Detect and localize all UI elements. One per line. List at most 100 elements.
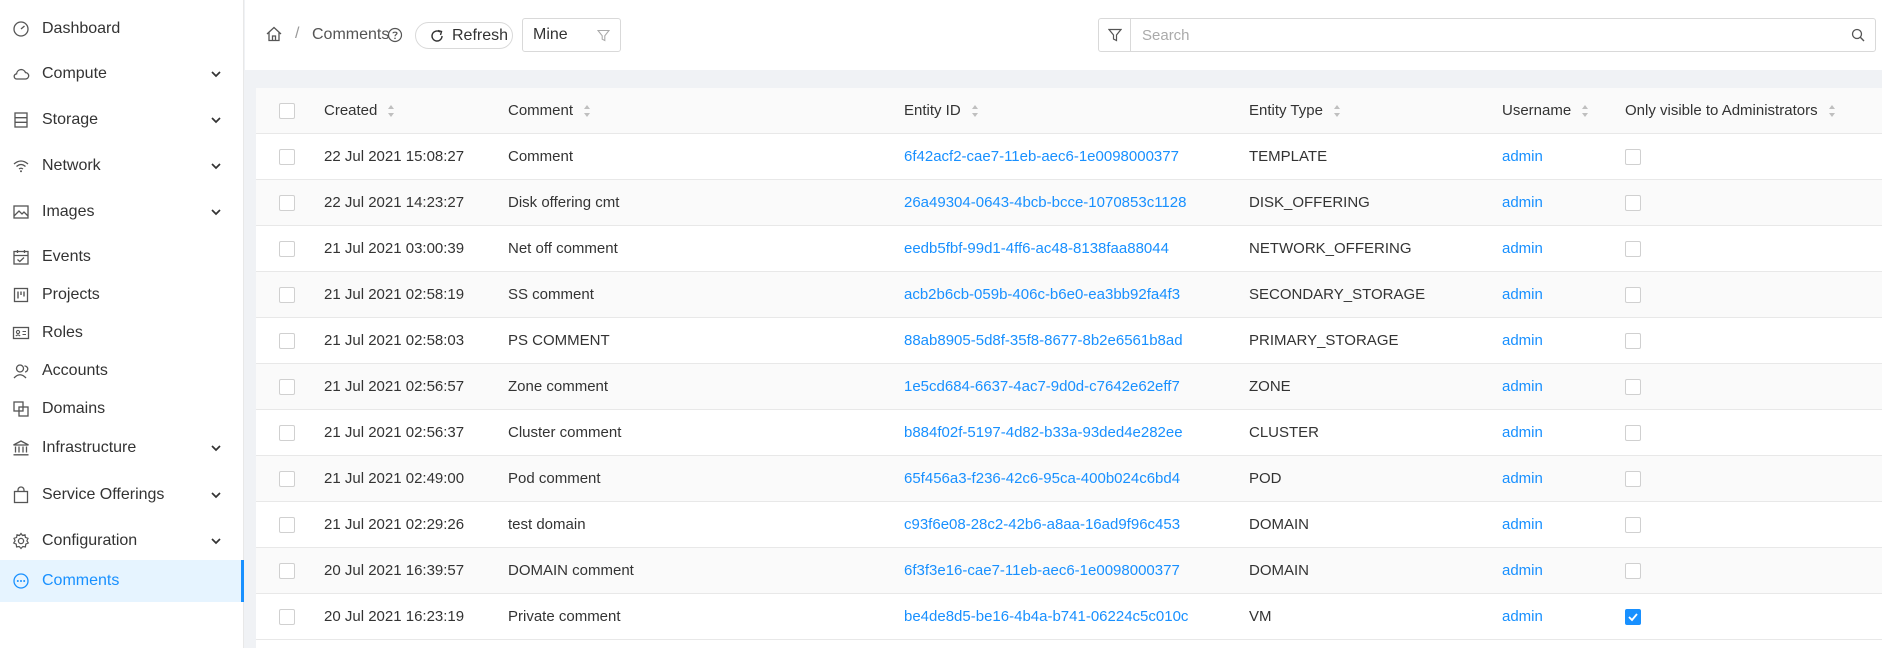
chevron-down-icon bbox=[211, 445, 221, 452]
column-header-entity-type[interactable]: Entity Type bbox=[1249, 102, 1341, 119]
sort-icon bbox=[388, 104, 395, 117]
chevron-down-icon bbox=[211, 209, 221, 216]
sidebar-item-images[interactable]: Images bbox=[0, 191, 244, 233]
row-select-checkbox[interactable] bbox=[279, 241, 295, 257]
column-header-admin-only[interactable]: Only visible to Administrators bbox=[1625, 102, 1836, 119]
row-select-checkbox[interactable] bbox=[279, 149, 295, 165]
column-header-comment[interactable]: Comment bbox=[508, 102, 591, 119]
table-row[interactable]: 21 Jul 2021 02:58:19 SS comment acb2b6cb-0… bbox=[256, 272, 1882, 318]
sidebar-item-label: Dashboard bbox=[42, 20, 121, 37]
entity-id-link[interactable]: eedb5fbf-99d1-4ff6-ac48-8138faa88044 bbox=[904, 240, 1169, 257]
sidebar-item-roles[interactable]: Roles bbox=[0, 312, 244, 354]
entity-id-link[interactable]: 65f456a3-f236-42c6-95ca-400b024c6bd4 bbox=[904, 470, 1180, 487]
username-link[interactable]: admin bbox=[1502, 378, 1543, 395]
table-header: Created Comment Entity ID Entity Type Us… bbox=[256, 88, 1882, 134]
sort-icon bbox=[1828, 104, 1835, 117]
column-header-entity-id[interactable]: Entity ID bbox=[904, 102, 979, 119]
username-link[interactable]: admin bbox=[1502, 470, 1543, 487]
sidebar-item-label: Domains bbox=[42, 400, 106, 417]
table-row[interactable]: 20 Jul 2021 16:23:19 Private comment be4de… bbox=[256, 594, 1882, 640]
comment-cell: DOMAIN comment bbox=[508, 562, 634, 579]
row-select-checkbox[interactable] bbox=[279, 563, 295, 579]
table-row[interactable]: 21 Jul 2021 02:29:26 test domain c93f6e08-… bbox=[256, 502, 1882, 548]
entity-id-link[interactable]: 6f42acf2-cae7-11eb-aec6-1e0098000377 bbox=[904, 148, 1179, 165]
username-link[interactable]: admin bbox=[1502, 148, 1543, 165]
home-icon[interactable] bbox=[265, 25, 283, 43]
breadcrumb-separator: / bbox=[295, 25, 300, 42]
entity-id-link[interactable]: 26a49304-0643-4bcb-bcce-1070853c1128 bbox=[904, 194, 1186, 211]
username-link[interactable]: admin bbox=[1502, 240, 1543, 257]
chevron-down-icon bbox=[211, 163, 221, 170]
page-title: Comments bbox=[312, 26, 390, 43]
created-cell: 20 Jul 2021 16:23:19 bbox=[324, 608, 465, 625]
sort-icon bbox=[1333, 104, 1340, 117]
sidebar-item-projects[interactable]: Projects bbox=[0, 274, 244, 316]
username-link[interactable]: admin bbox=[1502, 516, 1543, 533]
sort-icon bbox=[971, 104, 978, 117]
sidebar-item-network[interactable]: Network bbox=[0, 145, 244, 187]
entity-id-link[interactable]: b884f02f-5197-4d82-b33a-93ded4e282ee bbox=[904, 424, 1183, 441]
username-link[interactable]: admin bbox=[1502, 608, 1543, 625]
admin-only-checkbox bbox=[1625, 379, 1641, 395]
username-link[interactable]: admin bbox=[1502, 194, 1543, 211]
table-row[interactable]: 22 Jul 2021 15:08:27 Comment 6f42acf2-cae7… bbox=[256, 134, 1882, 180]
row-select-checkbox[interactable] bbox=[279, 195, 295, 211]
sidebar-item-compute[interactable]: Compute bbox=[0, 53, 244, 95]
column-header-username[interactable]: Username bbox=[1502, 102, 1589, 119]
entity-id-link[interactable]: acb2b6cb-059b-406c-b6e0-ea3bb92fa4f3 bbox=[904, 286, 1180, 303]
row-select-checkbox[interactable] bbox=[279, 333, 295, 349]
sidebar-item-infrastructure[interactable]: Infrastructure bbox=[0, 427, 244, 469]
table-row[interactable]: 22 Jul 2021 14:23:27 Disk offering cmt 26a… bbox=[256, 180, 1882, 226]
refresh-button[interactable]: Refresh bbox=[415, 22, 513, 49]
row-select-checkbox[interactable] bbox=[279, 517, 295, 533]
entity-id-link[interactable]: c93f6e08-28c2-42b6-a8aa-16ad9f96c453 bbox=[904, 516, 1180, 533]
table-row[interactable]: 21 Jul 2021 02:58:03 PS COMMENT 88ab8905-5… bbox=[256, 318, 1882, 364]
row-select-checkbox[interactable] bbox=[279, 379, 295, 395]
comment-cell: Zone comment bbox=[508, 378, 609, 395]
entity-type-cell: DISK_OFFERING bbox=[1249, 194, 1370, 211]
table-row[interactable]: 21 Jul 2021 02:56:57 Zone comment 1e5cd684… bbox=[256, 364, 1882, 410]
sidebar-item-configuration[interactable]: Configuration bbox=[0, 520, 244, 562]
check-icon bbox=[1628, 613, 1638, 622]
table-row[interactable]: 21 Jul 2021 02:56:37 Cluster comment b884f… bbox=[256, 410, 1882, 456]
username-link[interactable]: admin bbox=[1502, 424, 1543, 441]
sidebar-item-service-offerings[interactable]: Service Offerings bbox=[0, 474, 244, 516]
question-circle-icon[interactable] bbox=[387, 27, 403, 43]
search-icon[interactable] bbox=[1851, 28, 1865, 42]
row-select-checkbox[interactable] bbox=[279, 425, 295, 441]
sidebar-item-accounts[interactable]: Accounts bbox=[0, 350, 244, 392]
sidebar-item-label: Events bbox=[42, 248, 91, 265]
table-row[interactable]: 20 Jul 2021 16:39:57 DOMAIN comment 6f3f3e… bbox=[256, 548, 1882, 594]
entity-id-link[interactable]: 88ab8905-5d8f-35f8-8677-8b2e6561b8ad bbox=[904, 332, 1183, 349]
entity-id-link[interactable]: be4de8d5-be16-4b4a-b741-06224c5c010c bbox=[904, 608, 1188, 625]
sidebar-item-label: Images bbox=[42, 203, 95, 220]
sidebar-item-dashboard[interactable]: Dashboard bbox=[0, 8, 244, 50]
admin-only-checkbox bbox=[1625, 287, 1641, 303]
username-link[interactable]: admin bbox=[1502, 286, 1543, 303]
select-all-checkbox[interactable] bbox=[279, 103, 295, 119]
sidebar-item-label: Network bbox=[42, 157, 101, 174]
message-icon bbox=[12, 572, 30, 590]
row-select-checkbox[interactable] bbox=[279, 609, 295, 625]
username-link[interactable]: admin bbox=[1502, 332, 1543, 349]
column-header-created[interactable]: Created bbox=[324, 102, 395, 119]
sidebar-item-storage[interactable]: Storage bbox=[0, 99, 244, 141]
comment-cell: test domain bbox=[508, 516, 586, 533]
row-select-checkbox[interactable] bbox=[279, 287, 295, 303]
table-row[interactable]: 21 Jul 2021 02:49:00 Pod comment 65f456a3-… bbox=[256, 456, 1882, 502]
entity-id-link[interactable]: 1e5cd684-6637-4ac7-9d0d-c7642e62eff7 bbox=[904, 378, 1180, 395]
table-row[interactable]: 21 Jul 2021 03:00:39 Net off comment eedb5… bbox=[256, 226, 1882, 272]
entity-type-cell: VM bbox=[1249, 608, 1272, 625]
entity-type-cell: ZONE bbox=[1249, 378, 1291, 395]
username-link[interactable]: admin bbox=[1502, 562, 1543, 579]
row-select-checkbox[interactable] bbox=[279, 471, 295, 487]
search-input[interactable] bbox=[1132, 19, 1832, 51]
sidebar-item-events[interactable]: Events bbox=[0, 236, 244, 278]
sidebar-item-domains[interactable]: Domains bbox=[0, 388, 244, 430]
filter-select[interactable]: Mine bbox=[522, 18, 621, 52]
search-box bbox=[1098, 18, 1876, 52]
sidebar-item-comments[interactable]: Comments bbox=[0, 560, 244, 602]
storage-icon bbox=[12, 111, 30, 129]
search-filter-button[interactable] bbox=[1099, 19, 1131, 51]
entity-id-link[interactable]: 6f3f3e16-cae7-11eb-aec6-1e0098000377 bbox=[904, 562, 1180, 579]
